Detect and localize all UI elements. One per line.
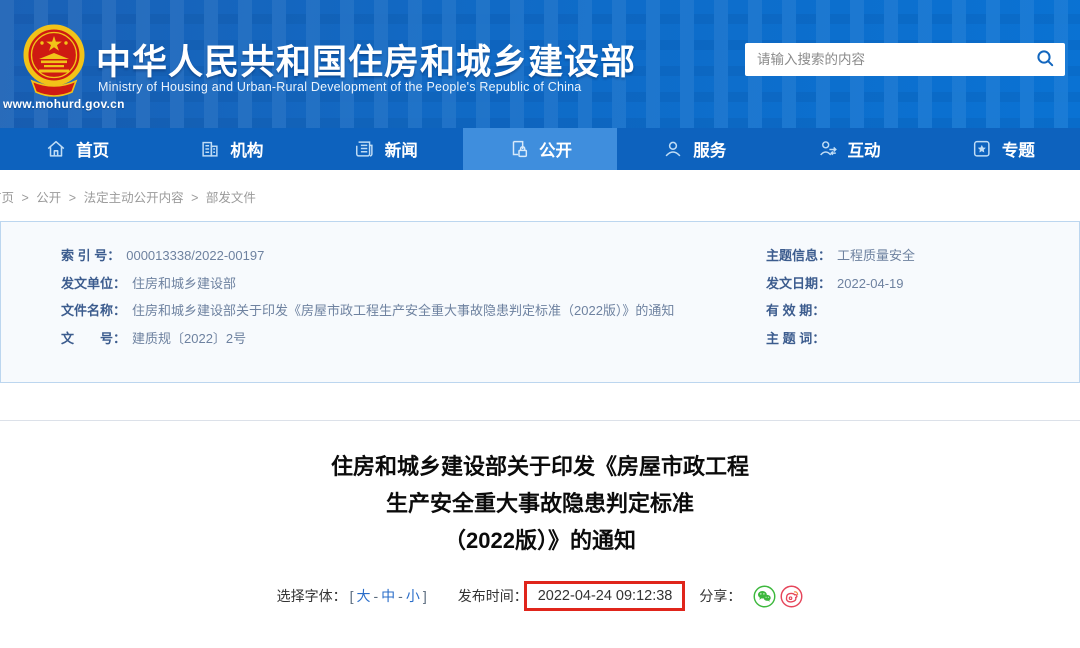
font-size-small-button[interactable]: 小 [406,588,420,604]
info-label: 发文单位： [61,275,127,291]
nav-item-news[interactable]: 新闻 [309,128,463,170]
font-size-large-button[interactable]: 大 [357,588,371,604]
document-info-left-column: 索 引 号： 000013338/2022-00197 发文单位： 住房和城乡建设部… [61,242,766,382]
site-url: www.mohurd.gov.cn [3,97,125,111]
wechat-share-button[interactable] [753,585,776,608]
nav-item-disclosure[interactable]: 公开 [462,128,618,170]
info-label: 主题信息： [766,248,832,263]
article-title: 住房和城乡建设部关于印发《房屋市政工程 生产安全重大事故隐患判定标准 （2022… [0,448,1080,559]
publish-time-label: 发布时间： [457,588,528,604]
article-content: 住房和城乡建设部关于印发《房屋市政工程 生产安全重大事故隐患判定标准 （2022… [0,421,1080,611]
info-value: 工程质量安全 [837,248,916,263]
home-icon [45,138,67,160]
info-label: 文 号： [61,330,127,346]
bracket: [ [349,588,354,604]
info-value: 住房和城乡建设部关于印发《房屋市政工程生产安全重大事故隐患判定标准（2022版）… [132,303,675,318]
nav-label: 新闻 [384,142,418,160]
info-label: 主 题 词： [766,330,826,346]
search-box [745,43,1065,76]
info-value: 住房和城乡建设部 [132,275,237,291]
info-row-document-title: 文件名称： 住房和城乡建设部关于印发《房屋市政工程生产安全重大事故隐患判定标准（2… [61,297,766,325]
document-info-right-column: 主题信息： 工程质量安全 发文日期： 2022-04-19 有 效 期： 主 题 词… [766,242,1079,382]
info-value: 000013338/2022-00197 [126,248,265,263]
info-row-issue-date: 发文日期： 2022-04-19 [766,270,1079,298]
info-label: 有 效 期： [766,303,826,318]
nav-label: 互动 [847,142,881,160]
main-nav: 首页 机构 新闻 公开 服务 互动 专题 [0,128,1080,170]
breadcrumb-home[interactable]: 首页 [0,191,14,205]
font-size-selector: 选择字体：[大 - 中 - 小] [277,586,430,606]
breadcrumb-statutory-content[interactable]: 法定主动公开内容 [84,191,184,205]
breadcrumb-separator: > [68,191,77,205]
nav-item-organization[interactable]: 机构 [154,128,308,170]
organization-icon [199,138,221,160]
page: www.mohurd.gov.cn 中华人民共和国住房和城乡建设部 Minist… [0,0,1080,648]
national-emblem-icon [22,22,86,103]
nav-item-home[interactable]: 首页 [0,128,154,170]
service-icon [662,138,684,160]
site-title: 中华人民共和国住房和城乡建设部 [96,43,637,82]
search-button[interactable] [1025,43,1065,76]
bracket: ] [422,588,427,604]
site-title-english: Ministry of Housing and Urban-Rural Deve… [98,80,582,94]
info-label: 发文日期： [766,275,832,291]
document-info-panel: 索 引 号： 000013338/2022-00197 发文单位： 住房和城乡建设部… [0,221,1080,383]
info-row-index-number: 索 引 号： 000013338/2022-00197 [61,242,766,270]
nav-item-topics[interactable]: 专题 [926,128,1080,170]
info-label: 索 引 号： [61,248,121,263]
topics-icon [971,138,993,160]
article-meta-row: 选择字体：[大 - 中 - 小] 发布时间： 2022-04-24 09:12:38 分… [0,581,1080,611]
info-value: 建质规〔2022〕2号 [132,330,247,346]
info-row-validity-period: 有 效 期： [766,297,1079,325]
article-title-line: （2022版）》的通知 [444,528,636,553]
article-title-line: 生产安全重大事故隐患判定标准 [385,491,694,516]
info-value: 2022-04-19 [837,275,904,291]
nav-label: 机构 [230,142,264,160]
font-selector-label: 选择字体： [276,588,347,604]
interaction-icon [817,138,839,160]
news-icon [354,138,376,160]
breadcrumb-separator: > [191,191,199,205]
nav-label: 专题 [1001,142,1035,160]
info-label: 文件名称： [61,303,127,318]
article-title-line: 住房和城乡建设部关于印发《房屋市政工程 [330,454,749,479]
search-icon [1035,48,1055,71]
nav-label: 服务 [693,142,727,160]
info-row-subject-terms: 主 题 词： [766,325,1079,353]
nav-item-interaction[interactable]: 互动 [771,128,925,170]
publish-time-highlighted: 2022-04-24 09:12:38 [523,581,686,611]
breadcrumb: 首页 > 公开 > 法定主动公开内容 > 部发文件 [0,170,1080,221]
breadcrumb-ministry-documents[interactable]: 部发文件 [206,191,256,205]
breadcrumb-disclosure[interactable]: 公开 [36,191,61,205]
dash: - [373,588,379,604]
search-input[interactable] [745,43,1025,76]
site-header: www.mohurd.gov.cn 中华人民共和国住房和城乡建设部 Minist… [0,0,1080,128]
info-row-document-number: 文 号： 建质规〔2022〕2号 [61,325,766,353]
nav-item-services[interactable]: 服务 [617,128,771,170]
breadcrumb-separator: > [21,191,29,205]
weibo-share-button[interactable] [780,585,803,608]
disclosure-icon [508,138,530,160]
dash: - [398,588,403,604]
info-row-issuing-unit: 发文单位： 住房和城乡建设部 [61,270,766,298]
nav-label: 公开 [538,142,572,160]
share-label: 分享： [699,588,742,604]
nav-label: 首页 [76,142,110,160]
font-size-medium-button[interactable]: 中 [381,588,395,604]
info-row-topic-info: 主题信息： 工程质量安全 [766,242,1079,270]
